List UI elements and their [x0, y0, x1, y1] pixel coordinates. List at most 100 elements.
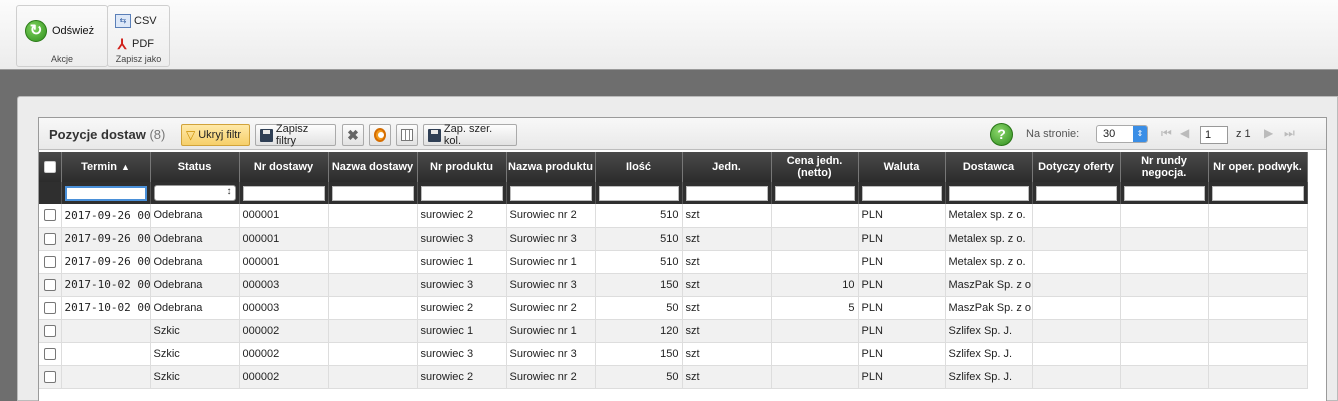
- filter-row: [39, 182, 1308, 204]
- filter-ilosc-input[interactable]: [598, 185, 679, 201]
- cell-nazwa-produktu: Surowiec nr 1: [506, 250, 596, 274]
- cell-oper: [1208, 204, 1308, 228]
- cell-oferta: [1032, 319, 1121, 343]
- table-row[interactable]: 2017-09-26 00 Odebrana 000001 surowiec 2 Sur…: [39, 204, 1308, 228]
- table-row[interactable]: 2017-10-02 00 Odebrana 000003 surowiec 2 Sur…: [39, 296, 1308, 320]
- cell-nazwa-dostawy: [328, 342, 418, 366]
- cell-waluta: PLN: [858, 365, 946, 389]
- table-row[interactable]: 2017-09-26 00 Odebrana 000001 surowiec 1 Sur…: [39, 250, 1308, 274]
- cell-jedn: szt: [682, 204, 772, 228]
- help-icon[interactable]: ?: [990, 123, 1013, 146]
- filter-oferta-input[interactable]: [1035, 185, 1117, 201]
- row-checkbox[interactable]: [43, 255, 56, 268]
- refresh-button[interactable]: ↻ Odśwież: [25, 20, 94, 42]
- filter-oper-input[interactable]: [1211, 185, 1304, 201]
- panel-count: (8): [149, 127, 166, 142]
- row-checkbox[interactable]: [43, 370, 56, 383]
- table-row[interactable]: Szkic 000002 surowiec 1 Surowiec nr 1 120 szt…: [39, 319, 1308, 343]
- cell-oper: [1208, 319, 1308, 343]
- filter-waluta-input[interactable]: [861, 185, 942, 201]
- first-page-icon[interactable]: ⏮: [1161, 126, 1172, 141]
- next-page-icon[interactable]: ▶: [1264, 126, 1273, 140]
- page-number-input[interactable]: 1: [1200, 126, 1228, 144]
- filter-termin-input[interactable]: [64, 185, 147, 201]
- cell-nr-produktu: surowiec 1: [417, 250, 507, 274]
- cell-nr-dostawy: 000001: [239, 204, 329, 228]
- filter-cena-input[interactable]: [774, 185, 855, 201]
- col-header-status[interactable]: Status: [150, 152, 240, 182]
- col-header-nr-oper[interactable]: Nr oper. podwyk.: [1208, 152, 1308, 182]
- row-checkbox[interactable]: [43, 278, 56, 291]
- cell-oper: [1208, 365, 1308, 389]
- cell-waluta: PLN: [858, 250, 946, 274]
- ribbon-group-akcje: ↻ Odśwież Akcje: [16, 5, 108, 67]
- row-select-cell: [39, 296, 62, 320]
- filter-nr-dostawy-input[interactable]: [242, 185, 325, 201]
- clear-filters-button[interactable]: ✖: [342, 124, 364, 146]
- table-row[interactable]: Szkic 000002 surowiec 2 Surowiec nr 2 50 szt P…: [39, 365, 1308, 389]
- row-checkbox[interactable]: [43, 301, 56, 314]
- col-header-nazwa-produktu[interactable]: Nazwa produktu: [506, 152, 596, 182]
- col-header-nr-dostawy[interactable]: Nr dostawy: [239, 152, 329, 182]
- reset-button[interactable]: [369, 124, 391, 146]
- select-all-header[interactable]: [39, 152, 62, 182]
- select-all-checkbox[interactable]: [43, 161, 56, 173]
- deliveries-table: Termin ▲ Status Nr dostawy Nazwa dostawy …: [39, 152, 1308, 389]
- cell-nazwa-dostawy: [328, 273, 418, 297]
- table-row[interactable]: Szkic 000002 surowiec 3 Surowiec nr 3 150 szt…: [39, 342, 1308, 366]
- col-header-nr-produktu[interactable]: Nr produktu: [417, 152, 507, 182]
- cell-ilosc: 510: [595, 204, 683, 228]
- last-page-icon[interactable]: ⏭: [1284, 126, 1295, 141]
- table-row[interactable]: 2017-10-02 00 Odebrana 000003 surowiec 3 Sur…: [39, 273, 1308, 297]
- filter-status-select[interactable]: [153, 185, 236, 201]
- row-select-cell: [39, 319, 62, 343]
- row-select-cell: [39, 204, 62, 228]
- cell-nr-dostawy: 000002: [239, 342, 329, 366]
- row-checkbox[interactable]: [43, 347, 56, 360]
- filter-nazwa-produktu-input[interactable]: [509, 185, 592, 201]
- col-header-dotyczy-oferty[interactable]: Dotyczy oferty: [1032, 152, 1121, 182]
- cell-dostawca: MaszPak Sp. z o: [945, 273, 1033, 297]
- row-select-cell: [39, 273, 62, 297]
- columns-button[interactable]: [396, 124, 418, 146]
- col-header-termin[interactable]: Termin ▲: [61, 152, 151, 182]
- cell-nr-dostawy: 000003: [239, 296, 329, 320]
- row-checkbox[interactable]: [43, 232, 56, 245]
- per-page-select[interactable]: 30 ⇕: [1096, 125, 1148, 143]
- cell-ilosc: 50: [595, 296, 683, 320]
- col-header-jedn[interactable]: Jedn.: [682, 152, 772, 182]
- csv-label: CSV: [134, 15, 157, 27]
- col-header-ilosc[interactable]: Ilość: [595, 152, 683, 182]
- col-header-nazwa-dostawy[interactable]: Nazwa dostawy: [328, 152, 418, 182]
- save-column-widths-button[interactable]: Zap. szer. kol.: [423, 123, 517, 147]
- prev-page-icon[interactable]: ◀: [1180, 126, 1189, 140]
- cell-ilosc: 50: [595, 365, 683, 389]
- table-row[interactable]: 2017-09-26 00 Odebrana 000001 surowiec 3 Sur…: [39, 227, 1308, 251]
- row-checkbox[interactable]: [43, 209, 56, 222]
- filter-dostawca-input[interactable]: [948, 185, 1029, 201]
- close-icon: ✖: [347, 126, 359, 143]
- col-header-nr-rundy[interactable]: Nr rundy negocja.: [1120, 152, 1209, 182]
- cell-waluta: PLN: [858, 273, 946, 297]
- cell-nr-dostawy: 000001: [239, 227, 329, 251]
- save-filters-button[interactable]: Zapisz filtry: [255, 123, 336, 147]
- col-header-dostawca[interactable]: Dostawca: [945, 152, 1033, 182]
- cell-cena: [771, 319, 859, 343]
- filter-jedn-input[interactable]: [685, 185, 768, 201]
- cell-nr-dostawy: 000002: [239, 365, 329, 389]
- filter-nr-produktu-input[interactable]: [420, 185, 503, 201]
- main-area: Pozycje dostaw (8) ▽ Ukryj filtr Zapisz …: [17, 96, 1338, 401]
- col-header-waluta[interactable]: Waluta: [858, 152, 946, 182]
- filter-runda-input[interactable]: [1123, 185, 1205, 201]
- export-pdf-button[interactable]: ⅄ PDF: [115, 36, 154, 52]
- cell-oferta: [1032, 342, 1121, 366]
- col-header-cena[interactable]: Cena jedn. (netto): [771, 152, 859, 182]
- filter-nazwa-dostawy-input[interactable]: [331, 185, 414, 201]
- export-csv-button[interactable]: ⇆ CSV: [115, 14, 157, 28]
- hide-filter-button[interactable]: ▽ Ukryj filtr: [181, 124, 250, 146]
- cell-oferta: [1032, 250, 1121, 274]
- row-checkbox[interactable]: [43, 324, 56, 337]
- cell-oferta: [1032, 227, 1121, 251]
- cell-dostawca: Szlifex Sp. J.: [945, 319, 1033, 343]
- cell-oper: [1208, 273, 1308, 297]
